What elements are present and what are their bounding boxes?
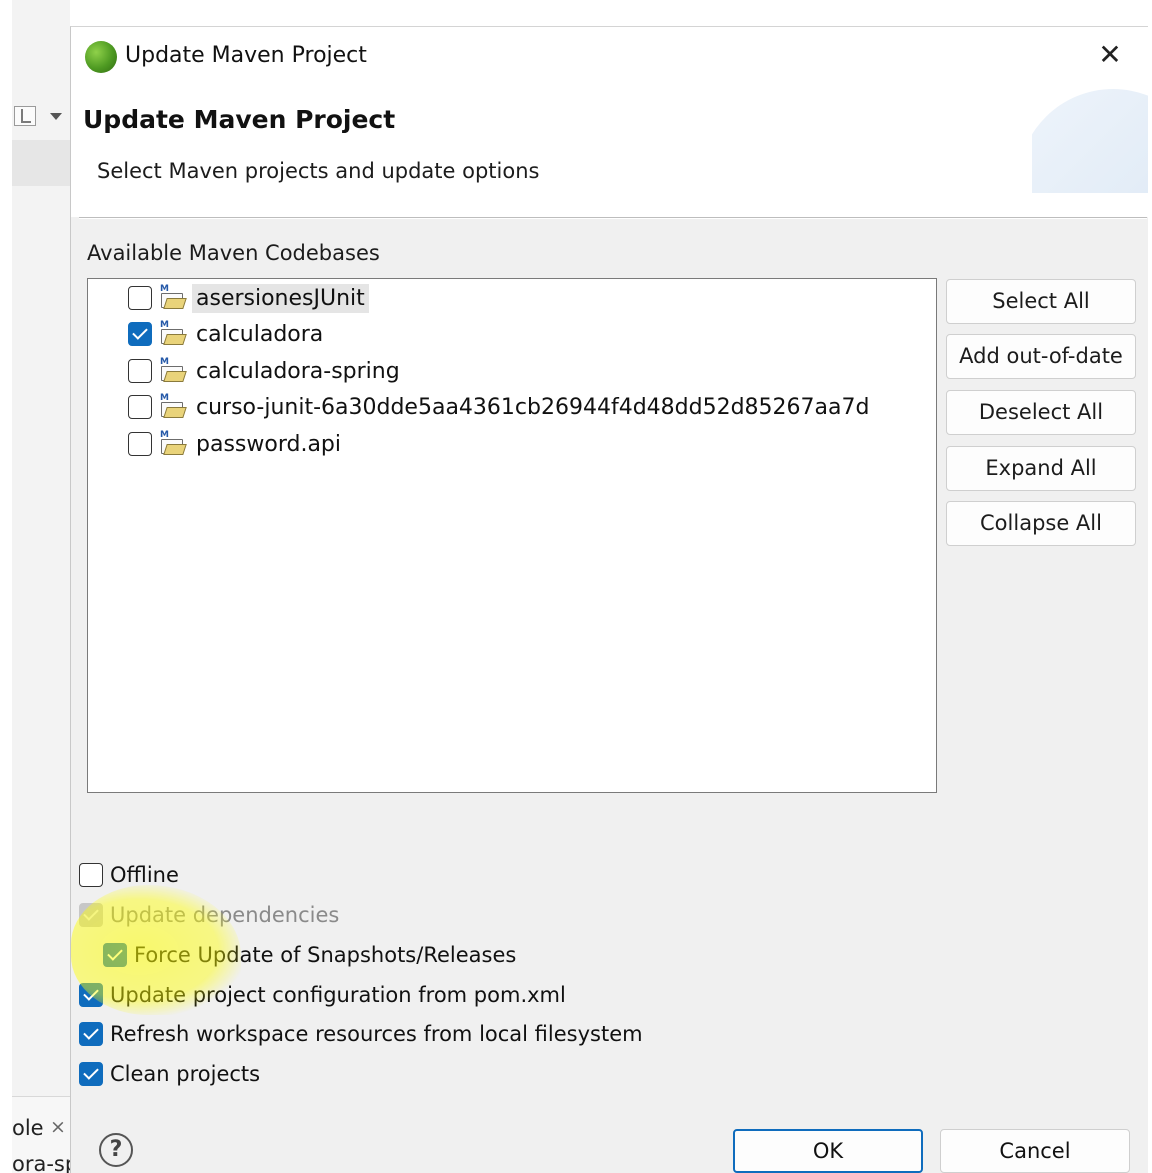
- chevron-down-icon[interactable]: [50, 113, 62, 120]
- codebases-label: Available Maven Codebases: [87, 241, 380, 265]
- tree-row[interactable]: M calculadora-spring: [128, 354, 404, 388]
- maven-project-folder-icon: M: [160, 357, 184, 381]
- offline-label: Offline: [110, 863, 179, 887]
- offline-checkbox[interactable]: [79, 863, 103, 887]
- refresh-workspace-label: Refresh workspace resources from local f…: [110, 1022, 643, 1046]
- close-icon[interactable]: ✕: [1092, 37, 1128, 73]
- banner-decoration: [1032, 89, 1148, 193]
- import-icon[interactable]: [14, 106, 36, 126]
- project-checkbox[interactable]: [128, 432, 152, 456]
- window-title: Update Maven Project: [125, 43, 367, 68]
- maven-project-folder-icon: M: [160, 284, 184, 308]
- project-name: calculadora: [196, 321, 324, 347]
- offline-option[interactable]: Offline: [79, 863, 179, 887]
- spring-app-icon: [85, 41, 117, 73]
- page-subtitle: Select Maven projects and update options: [97, 159, 540, 183]
- project-checkbox[interactable]: [128, 286, 152, 310]
- update-dependencies-checkbox: [79, 903, 103, 927]
- force-update-label: Force Update of Snapshots/Releases: [134, 943, 517, 967]
- update-config-checkbox[interactable]: [79, 983, 103, 1007]
- ok-button[interactable]: OK: [733, 1129, 923, 1173]
- select-all-button[interactable]: Select All: [946, 279, 1136, 324]
- dialog-header: Update Maven Project Select Maven projec…: [71, 89, 1148, 217]
- ide-tab-label[interactable]: ole: [12, 1116, 44, 1140]
- tree-row[interactable]: M calculadora: [128, 317, 327, 351]
- maven-project-folder-icon: M: [160, 430, 184, 454]
- update-config-option[interactable]: Update project configuration from pom.xm…: [79, 983, 566, 1007]
- header-divider: [79, 217, 1147, 219]
- force-update-option[interactable]: Force Update of Snapshots/Releases: [103, 943, 516, 967]
- page-title: Update Maven Project: [83, 105, 396, 134]
- update-dependencies-label: Update dependencies: [110, 903, 340, 927]
- project-name: curso-junit-6a30dde5aa4361cb26944f4d48dd…: [196, 394, 870, 420]
- help-icon[interactable]: ?: [99, 1133, 133, 1167]
- clean-projects-option[interactable]: Clean projects: [79, 1062, 260, 1086]
- project-checkbox[interactable]: [128, 359, 152, 383]
- update-config-label: Update project configuration from pom.xm…: [110, 983, 566, 1007]
- maven-project-folder-icon: M: [160, 320, 184, 344]
- codebases-tree[interactable]: M asersionesJUnit M calculadora M calcul…: [87, 278, 937, 793]
- add-out-of-date-button[interactable]: Add out-of-date: [946, 334, 1136, 379]
- close-icon[interactable]: ×: [50, 1116, 66, 1138]
- tree-row[interactable]: M asersionesJUnit: [128, 281, 369, 315]
- project-name: asersionesJUnit: [192, 283, 369, 313]
- refresh-workspace-option[interactable]: Refresh workspace resources from local f…: [79, 1022, 643, 1046]
- tree-row[interactable]: M password.api: [128, 427, 345, 461]
- project-checkbox[interactable]: [128, 322, 152, 346]
- update-dependencies-option: Update dependencies: [79, 903, 339, 927]
- ide-tree-item[interactable]: ora-sp: [12, 1152, 78, 1173]
- dialog-titlebar[interactable]: Update Maven Project ✕: [71, 27, 1148, 89]
- expand-all-button[interactable]: Expand All: [946, 446, 1136, 491]
- clean-projects-checkbox[interactable]: [79, 1062, 103, 1086]
- project-name: password.api: [196, 431, 341, 457]
- update-maven-project-dialog: Update Maven Project ✕ Update Maven Proj…: [70, 26, 1148, 1173]
- ide-toolbar-strip: [12, 140, 70, 186]
- refresh-workspace-checkbox[interactable]: [79, 1022, 103, 1046]
- project-checkbox[interactable]: [128, 395, 152, 419]
- project-name: calculadora-spring: [196, 358, 400, 384]
- deselect-all-button[interactable]: Deselect All: [946, 390, 1136, 435]
- maven-project-folder-icon: M: [160, 393, 184, 417]
- collapse-all-button[interactable]: Collapse All: [946, 501, 1136, 546]
- cancel-button[interactable]: Cancel: [940, 1129, 1130, 1173]
- clean-projects-label: Clean projects: [110, 1062, 261, 1086]
- force-update-checkbox[interactable]: [103, 943, 127, 967]
- tree-row[interactable]: M curso-junit-6a30dde5aa4361cb26944f4d48…: [128, 390, 873, 424]
